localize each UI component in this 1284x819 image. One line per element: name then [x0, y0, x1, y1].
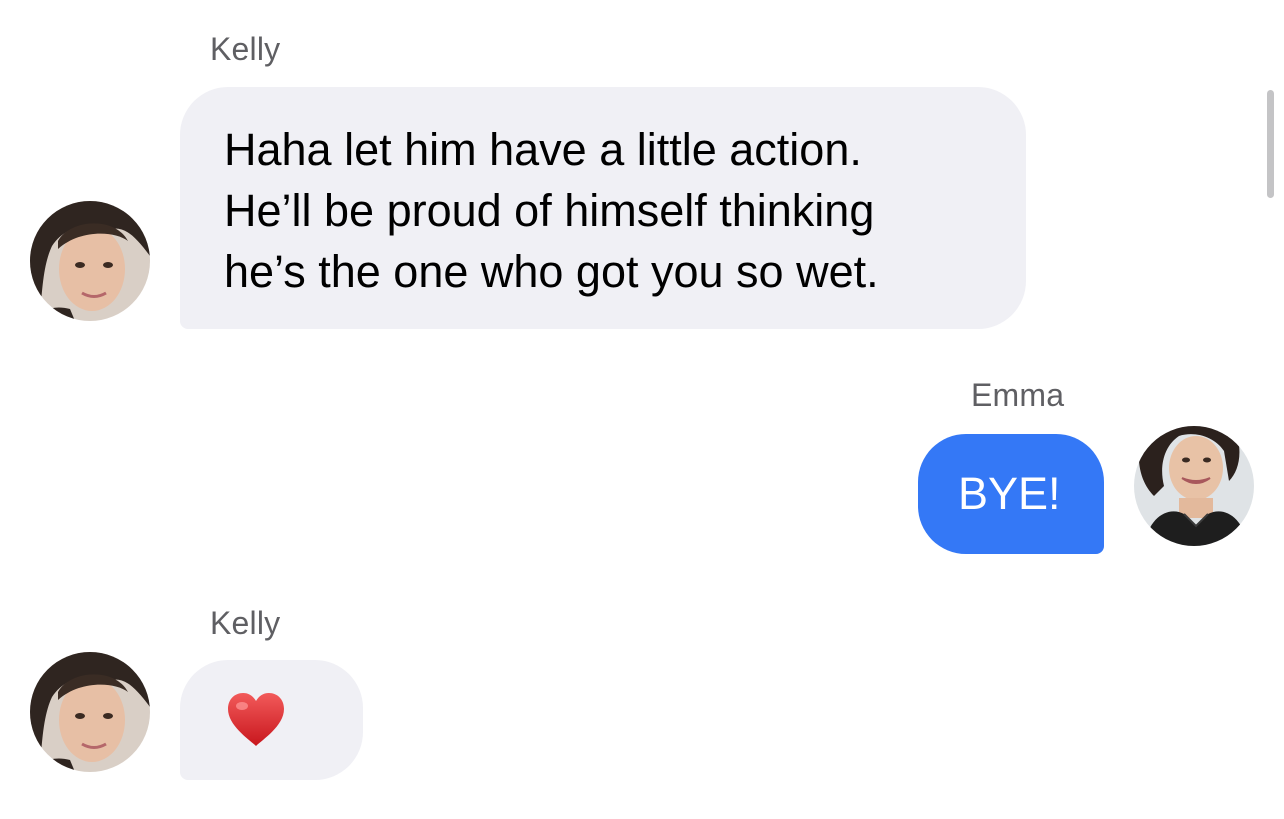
kelly-avatar[interactable] [30, 201, 150, 321]
message-bubble-received[interactable]: Haha let him have a little action. He’ll… [180, 87, 1026, 329]
message-line: He’ll be proud of himself thinking [224, 185, 875, 236]
sender-name-kelly: Kelly [210, 31, 281, 67]
message-bubble-sent[interactable]: BYE! [918, 434, 1104, 554]
message-text: BYE! [958, 468, 1061, 519]
sender-name-emma: Emma [971, 377, 1065, 413]
message-line: he’s the one who got you so wet. [224, 246, 879, 297]
scrollbar[interactable] [1267, 90, 1274, 198]
message-bubble-received[interactable] [180, 660, 363, 780]
sender-name-kelly: Kelly [210, 605, 281, 641]
kelly-avatar[interactable] [30, 652, 150, 772]
message-line: Haha let him have a little action. [224, 124, 862, 175]
heart-emoji-icon [228, 693, 284, 746]
emma-avatar[interactable] [1134, 426, 1254, 546]
